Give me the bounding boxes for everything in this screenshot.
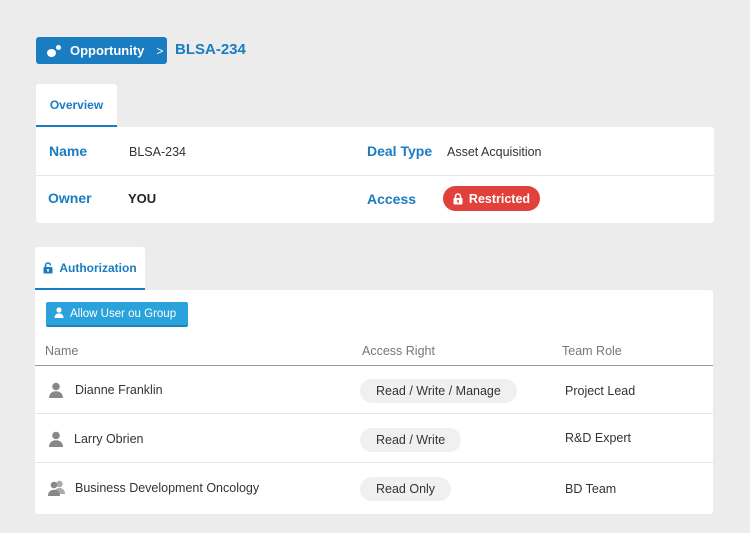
row-divider: [35, 462, 713, 463]
user-icon: [49, 382, 63, 403]
table-row[interactable]: Business Development Oncology Read Only …: [35, 464, 713, 512]
column-header-name[interactable]: Name: [45, 344, 78, 358]
team-role: BD Team: [565, 482, 617, 496]
tab-authorization-label: Authorization: [59, 260, 137, 275]
member-name: Larry Obrien: [74, 432, 144, 446]
group-icon: [48, 480, 66, 501]
overview-row: Owner YOU Access Restricted: [36, 176, 714, 224]
tab-overview[interactable]: Overview: [36, 84, 117, 127]
access-status-text: Restricted: [468, 191, 531, 206]
column-header-access-right[interactable]: Access Right: [362, 344, 435, 358]
opportunity-icon: [46, 44, 64, 58]
team-role: Project Lead: [565, 384, 636, 398]
column-header-team-role[interactable]: Team Role: [562, 344, 622, 358]
name-value: BLSA-234: [129, 145, 186, 159]
allow-button-label: Allow User ou Group: [70, 307, 177, 320]
member-name: Business Development Oncology: [75, 481, 260, 495]
table-row[interactable]: Larry Obrien Read / Write R&D Expert: [35, 415, 713, 463]
overview-panel: Name BLSA-234 Deal Type Asset Acquisitio…: [36, 127, 714, 223]
unlock-icon: [43, 261, 54, 275]
name-label: Name: [49, 143, 88, 159]
access-right-pill: Read / Write: [360, 428, 462, 452]
row-divider: [35, 413, 713, 414]
member-name: Dianne Franklin: [75, 383, 163, 397]
lock-icon: [453, 192, 463, 206]
access-label: Access: [367, 191, 417, 207]
tab-authorization[interactable]: Authorization: [35, 247, 145, 290]
user-icon: [49, 431, 63, 452]
user-icon: [54, 306, 64, 321]
tab-overview-label: Overview: [49, 97, 104, 112]
deal-type-label: Deal Type: [367, 143, 433, 159]
chevron-right-icon: >: [156, 43, 164, 58]
breadcrumb-current: BLSA-234: [175, 41, 246, 58]
breadcrumb-opportunity-button[interactable]: Opportunity >: [36, 37, 167, 64]
access-status-badge: Restricted: [443, 186, 540, 211]
allow-user-or-group-button[interactable]: Allow User ou Group: [46, 302, 188, 327]
team-role: R&D Expert: [565, 431, 631, 445]
owner-label: Owner: [48, 190, 92, 206]
table-row[interactable]: Dianne Franklin Read / Write / Manage Pr…: [35, 366, 713, 414]
access-right-pill: Read Only: [360, 477, 452, 501]
overview-row: Name BLSA-234 Deal Type Asset Acquisitio…: [36, 127, 714, 176]
access-right-pill: Read / Write / Manage: [360, 379, 517, 403]
owner-value: YOU: [128, 191, 157, 206]
authorization-panel: Allow User ou Group Name Access Right Te…: [35, 290, 713, 514]
deal-type-value: Asset Acquisition: [447, 145, 542, 159]
breadcrumb-parent-label: Opportunity: [70, 43, 145, 58]
